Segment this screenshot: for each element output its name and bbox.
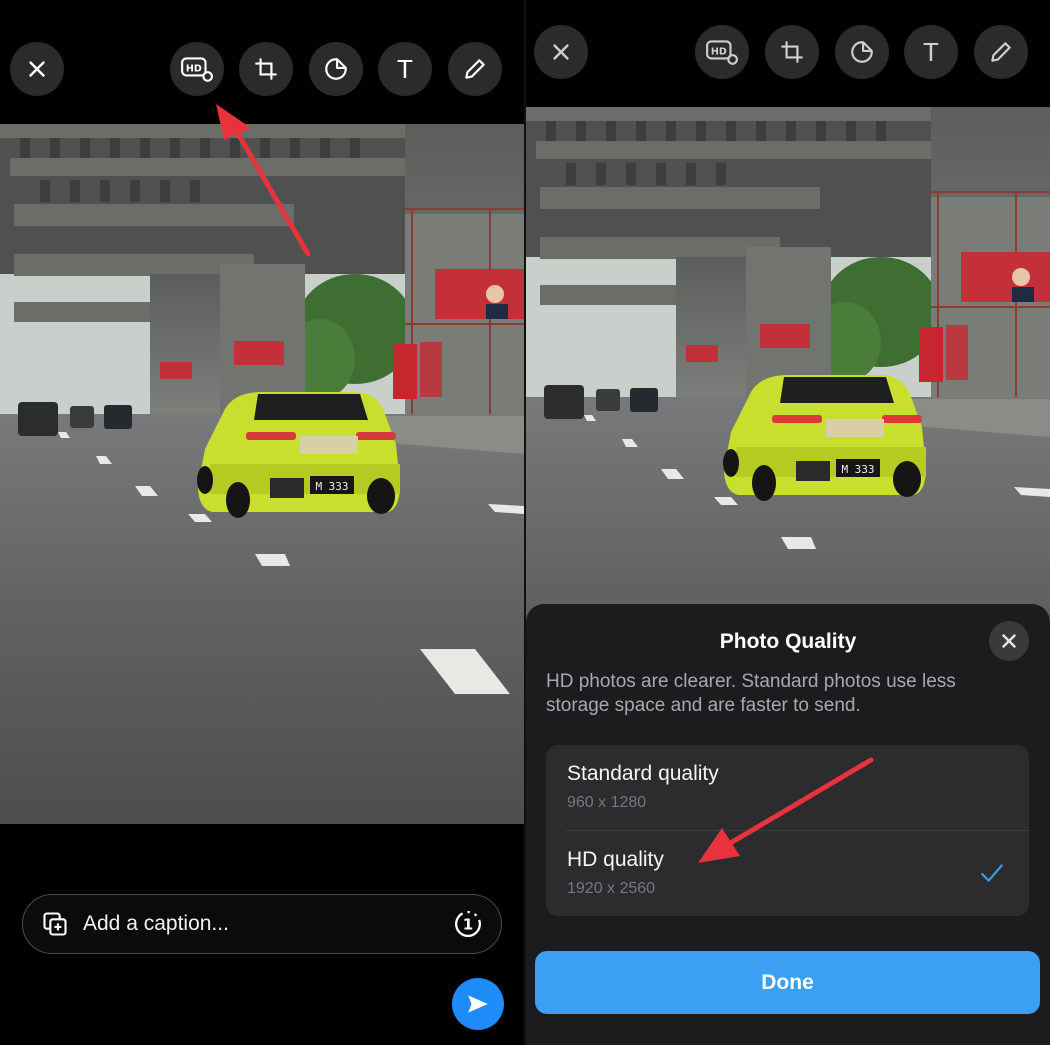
view-once-label: 1 — [463, 916, 473, 934]
hd-quality-button[interactable]: HD — [695, 25, 749, 79]
draw-button[interactable] — [448, 42, 502, 96]
option-resolution: 1920 x 2560 — [567, 880, 656, 897]
caption-input[interactable]: Add a caption... 1 — [22, 894, 502, 954]
sticker-icon — [325, 58, 347, 80]
sheet-description: HD photos are clearer. Standard photos u… — [546, 671, 956, 716]
photo-preview — [0, 124, 524, 824]
view-once-icon[interactable]: 1 — [453, 909, 483, 939]
crop-button[interactable] — [239, 42, 293, 96]
caption-placeholder: Add a caption... — [83, 912, 229, 935]
photo-preview — [526, 107, 1050, 647]
photo-quality-sheet: Photo Quality HD photos are clearer. Sta… — [526, 604, 1050, 1045]
send-icon — [468, 995, 488, 1013]
option-resolution: 960 x 1280 — [567, 794, 647, 811]
hd-badge-text: HD — [186, 64, 202, 75]
option-label: Standard quality — [567, 762, 719, 785]
quality-options: Standard quality 960 x 1280 HD quality 1… — [546, 745, 1029, 916]
draw-button[interactable] — [974, 25, 1028, 79]
draw-icon — [465, 59, 485, 79]
option-label: HD quality — [567, 848, 664, 871]
option-hd-quality[interactable]: HD quality 1920 x 2560 — [546, 831, 1029, 916]
crop-button[interactable] — [765, 25, 819, 79]
close-button[interactable] — [10, 42, 64, 96]
sheet-close-button[interactable] — [989, 621, 1029, 661]
send-button[interactable] — [452, 978, 504, 1030]
hd-quality-icon: HD — [706, 40, 738, 65]
close-button[interactable] — [534, 25, 588, 79]
text-icon: T — [923, 36, 939, 67]
sheet-title: Photo Quality — [719, 630, 857, 653]
option-standard-quality[interactable]: Standard quality 960 x 1280 — [546, 745, 1029, 830]
done-button[interactable]: Done — [535, 951, 1040, 1014]
photo-quality-panel: HD T Photo Quality HD photos are clearer… — [526, 0, 1050, 1045]
draw-icon — [991, 42, 1011, 62]
sticker-button[interactable] — [309, 42, 363, 96]
crop-rotate-icon — [255, 58, 277, 80]
text-button[interactable]: T — [904, 25, 958, 79]
hd-quality-icon: HD — [181, 57, 213, 82]
sticker-icon — [851, 41, 873, 63]
text-button[interactable]: T — [378, 42, 432, 96]
checkmark-icon — [981, 864, 1003, 882]
add-media-icon[interactable] — [41, 910, 69, 938]
sticker-button[interactable] — [835, 25, 889, 79]
close-icon — [553, 44, 569, 60]
hd-badge-text: HD — [711, 47, 727, 58]
close-icon — [1002, 634, 1016, 648]
crop-rotate-icon — [781, 41, 803, 63]
close-icon — [29, 61, 45, 77]
photo-editor-panel: HD T Add a caption... 1 — [0, 0, 524, 1045]
hd-quality-button[interactable]: HD — [170, 42, 224, 96]
text-icon: T — [397, 53, 413, 84]
